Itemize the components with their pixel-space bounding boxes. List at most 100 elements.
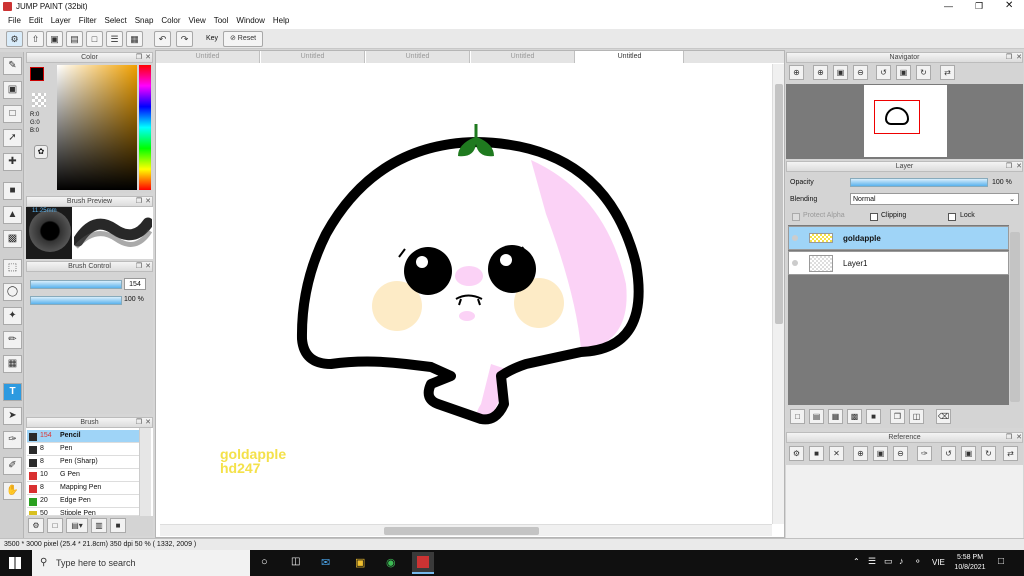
new-layer-icon[interactable]: □ <box>790 409 805 424</box>
protect-alpha-checkbox[interactable] <box>792 213 800 221</box>
horizontal-scroll-thumb[interactable] <box>384 527 539 535</box>
ref-eyedropper-icon[interactable]: ✑ <box>917 446 932 461</box>
pattern-layer-icon[interactable]: ▩ <box>847 409 862 424</box>
lasso-icon[interactable]: ◯ <box>3 283 22 301</box>
zoom-in-icon[interactable]: ⊕ <box>789 65 804 80</box>
panel-float-icon[interactable]: ❐ <box>135 198 143 206</box>
rotate-right-icon[interactable]: ↻ <box>916 65 931 80</box>
reset-button[interactable]: ⊘ Reset <box>223 31 263 47</box>
brush-folder-icon[interactable]: ■ <box>110 518 126 533</box>
panel-close-icon[interactable]: ✕ <box>144 54 152 62</box>
tab-untitled-1[interactable]: Untitled <box>156 51 260 63</box>
eraser-tool-icon[interactable]: ▣ <box>3 81 22 99</box>
settings-icon[interactable]: ⚙ <box>6 31 23 47</box>
panel-close-icon[interactable]: ✕ <box>1015 434 1023 442</box>
panel-close-icon[interactable]: ✕ <box>1015 163 1023 171</box>
close-reference-icon[interactable]: ✕ <box>829 446 844 461</box>
document-icon[interactable]: □ <box>86 31 103 47</box>
brush-item-mapping-pen[interactable]: 8 Mapping Pen <box>27 482 139 495</box>
fit-icon[interactable]: ▣ <box>833 65 848 80</box>
eyedropper-icon[interactable]: ✑ <box>3 431 22 449</box>
hand-tool-icon[interactable]: ✋ <box>3 482 22 500</box>
mail-icon[interactable]: ✉ <box>321 556 330 569</box>
cortana-icon[interactable]: ○ <box>261 556 268 568</box>
line-tool-icon[interactable]: ➚ <box>3 129 22 147</box>
layer-row-layer1[interactable]: Layer1 <box>788 251 1009 275</box>
fill-rect-tool-icon[interactable]: ■ <box>3 182 22 200</box>
ref-rotate-right-icon[interactable]: ↻ <box>981 446 996 461</box>
merge-layer-icon[interactable]: ◫ <box>909 409 924 424</box>
brush-item-stipple-pen[interactable]: 50 Stipple Pen <box>27 508 139 516</box>
layer-row-goldapple[interactable]: goldapple <box>788 226 1009 250</box>
transparent-swatch[interactable] <box>32 93 46 107</box>
menu-filter[interactable]: Filter <box>75 14 101 29</box>
menu-help[interactable]: Help <box>269 14 293 29</box>
eye-icon[interactable] <box>792 235 798 241</box>
menu-select[interactable]: Select <box>100 14 130 29</box>
tab-untitled-4[interactable]: Untitled <box>471 51 575 63</box>
redo-icon[interactable]: ↷ <box>176 31 193 47</box>
panel-close-icon[interactable]: ✕ <box>144 263 152 271</box>
gradient-tool-icon[interactable]: ▩ <box>3 230 22 248</box>
ref-rotate-left-icon[interactable]: ↺ <box>941 446 956 461</box>
flip-icon[interactable]: ⇄ <box>940 65 955 80</box>
menu-window[interactable]: Window <box>232 14 268 29</box>
palette-icon[interactable]: ✿ <box>34 145 48 159</box>
panel-float-icon[interactable]: ❐ <box>1005 434 1013 442</box>
maximize-icon[interactable]: ❐ <box>975 1 983 12</box>
vertical-scrollbar[interactable] <box>772 64 784 524</box>
panel-float-icon[interactable]: ❐ <box>135 54 143 62</box>
wifi-icon[interactable]: ⚬ <box>914 556 922 567</box>
tab-untitled-active[interactable]: Untitled <box>576 51 684 63</box>
menu-edit[interactable]: Edit <box>25 14 47 29</box>
panel-float-icon[interactable]: ❐ <box>135 419 143 427</box>
ref-fit-icon[interactable]: ▣ <box>873 446 888 461</box>
close-icon[interactable]: ✕ <box>1005 0 1013 11</box>
magic-wand-icon[interactable]: ✦ <box>3 307 22 325</box>
tab-untitled-3[interactable]: Untitled <box>366 51 470 63</box>
operation-tool-icon[interactable]: ➤ <box>3 407 22 425</box>
ref-reset-icon[interactable]: ▣ <box>961 446 976 461</box>
zoom-out-icon[interactable]: ⊖ <box>853 65 868 80</box>
brush-item-edge-pen[interactable]: 20 Edge Pen <box>27 495 139 508</box>
horizontal-scrollbar[interactable] <box>160 524 772 536</box>
lock-checkbox[interactable] <box>948 213 956 221</box>
windows-start-icon[interactable] <box>9 557 21 569</box>
menu-view[interactable]: View <box>185 14 210 29</box>
menu-layer[interactable]: Layer <box>47 14 75 29</box>
copy-layer-icon[interactable]: ❐ <box>890 409 905 424</box>
folder-icon[interactable]: ■ <box>866 409 881 424</box>
select-eraser-icon[interactable]: ▦ <box>3 355 22 373</box>
brush-settings-icon[interactable]: ⚙ <box>28 518 44 533</box>
brush-item-pencil[interactable]: 154 Pencil <box>27 430 139 443</box>
battery-icon[interactable]: ▭ <box>884 556 893 567</box>
message-icon[interactable]: ▤ <box>66 31 83 47</box>
volume-icon[interactable]: ♪ <box>899 556 904 566</box>
language-indicator[interactable]: VIE <box>932 558 945 567</box>
panel-close-icon[interactable]: ✕ <box>144 198 152 206</box>
reset-view-icon[interactable]: ▣ <box>896 65 911 80</box>
zoom-in-2-icon[interactable]: ⊕ <box>813 65 828 80</box>
reference-settings-icon[interactable]: ⚙ <box>789 446 804 461</box>
brush-size-slider[interactable] <box>30 280 122 289</box>
menu-snap[interactable]: Snap <box>131 14 158 29</box>
menu-file[interactable]: File <box>4 14 25 29</box>
menu-color[interactable]: Color <box>157 14 184 29</box>
undo-icon[interactable]: ↶ <box>154 31 171 47</box>
brush-opacity-slider[interactable] <box>30 296 122 305</box>
navigator-thumbnail[interactable] <box>864 85 947 157</box>
panel-float-icon[interactable]: ❐ <box>1005 163 1013 171</box>
network-icon[interactable]: ☰ <box>868 556 876 567</box>
brush-size-input[interactable]: 154 <box>124 278 146 290</box>
grid-icon[interactable]: ▦ <box>126 31 143 47</box>
copy-brush-icon[interactable]: ▤▾ <box>66 518 88 533</box>
taskbar-search[interactable]: ⚲ Type here to search <box>32 550 250 576</box>
new-layer-2-icon[interactable]: ▤ <box>809 409 824 424</box>
ref-zoom-out-icon[interactable]: ⊖ <box>893 446 908 461</box>
import-brush-icon[interactable]: ▥ <box>91 518 107 533</box>
layer-opacity-slider[interactable] <box>850 178 988 187</box>
brush-tool-icon[interactable]: ✎ <box>3 57 22 75</box>
color-picker-square[interactable] <box>57 65 137 190</box>
task-view-icon[interactable]: ◫ <box>291 556 300 567</box>
jump-paint-task-icon[interactable] <box>412 552 434 574</box>
